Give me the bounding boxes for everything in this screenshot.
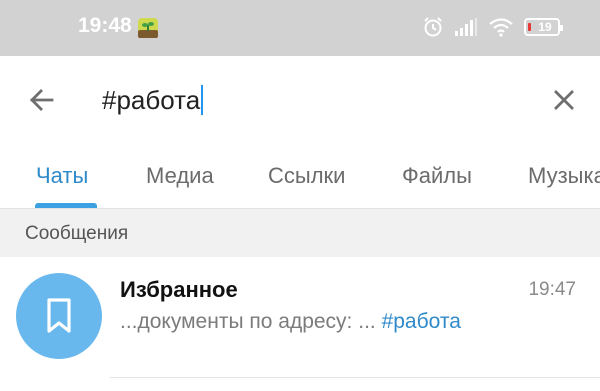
signal-icon <box>455 18 477 36</box>
plant-app-icon <box>138 18 158 38</box>
search-query-text: #работа <box>102 85 201 115</box>
search-input[interactable]: #работа <box>102 85 204 116</box>
chat-title: Избранное <box>120 277 238 302</box>
text-caret <box>201 85 204 115</box>
tab-media[interactable]: Медиа <box>146 163 214 189</box>
battery-tip <box>560 25 563 31</box>
tab-files[interactable]: Файлы <box>402 163 472 189</box>
tab-chats[interactable]: Чаты <box>36 163 88 189</box>
alarm-icon <box>424 17 442 37</box>
search-bar: #работа <box>0 56 600 144</box>
search-tabs: Чаты Медиа Ссылки Файлы Музыка <box>0 144 600 209</box>
tab-links[interactable]: Ссылки <box>268 163 345 189</box>
section-title: Сообщения <box>25 223 129 244</box>
battery-level: 19 <box>538 20 552 34</box>
battery-fill <box>528 23 531 31</box>
tab-music[interactable]: Музыка <box>528 163 600 189</box>
message-snippet: ...документы по адресу: ... #работа <box>120 310 461 334</box>
status-time: 19:48 <box>78 14 132 37</box>
section-header: Сообщения <box>0 209 600 257</box>
avatar <box>16 273 102 359</box>
battery-indicator: 19 <box>524 18 563 36</box>
divider <box>110 377 600 378</box>
status-bar: 19:48 19 <box>0 0 600 56</box>
active-tab-indicator <box>35 203 97 208</box>
message-time: 19:47 <box>528 279 576 300</box>
close-icon[interactable] <box>548 84 580 116</box>
snippet-text: ...документы по адресу: ... <box>120 310 382 333</box>
snippet-hashtag[interactable]: #работа <box>382 310 461 333</box>
status-icons: 19 <box>422 14 563 40</box>
bookmark-icon <box>47 298 71 333</box>
arrow-left-icon[interactable] <box>26 84 58 116</box>
wifi-icon <box>489 18 513 37</box>
list-item[interactable]: Избранное 19:47 ...документы по адресу: … <box>0 257 600 391</box>
